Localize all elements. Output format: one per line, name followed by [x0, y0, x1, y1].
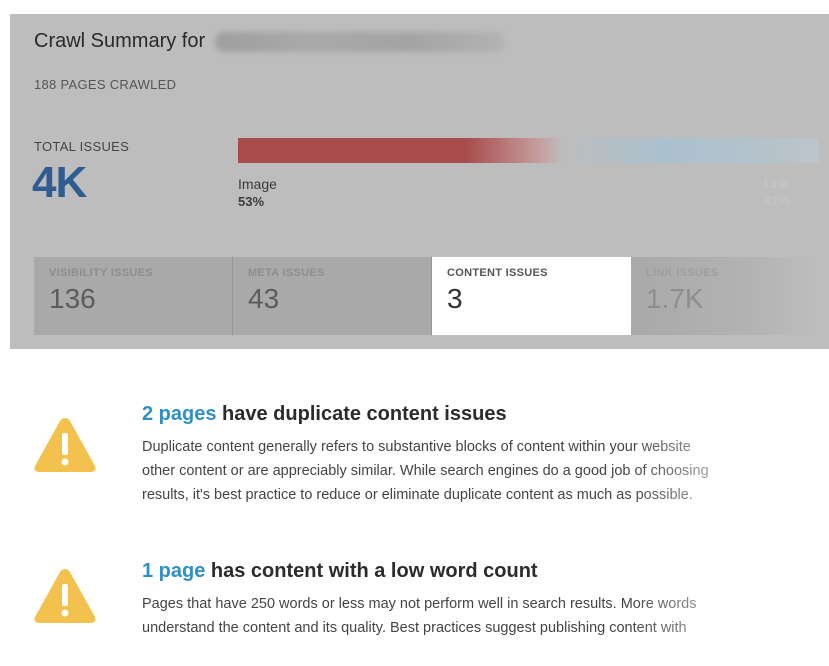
warning-icon	[34, 569, 96, 623]
issue-description-line: understand the content and its quality. …	[142, 620, 687, 636]
issue-title-text: have duplicate content issues	[216, 403, 507, 425]
issue-title: 2 pages have duplicate content issues	[142, 403, 507, 426]
issue-tabs: VISIBILITY ISSUES 136 META ISSUES 43 CON…	[34, 257, 819, 335]
issue-description-line: results, it's best practice to reduce or…	[142, 487, 693, 503]
issue-item: 2 pages have duplicate content issues Du…	[32, 403, 829, 513]
tab-count: 136	[49, 283, 96, 314]
tab-visibility-issues[interactable]: VISIBILITY ISSUES 136	[34, 257, 233, 335]
issue-title: 1 page has content with a low word count	[142, 560, 538, 583]
total-issues-label: TOTAL ISSUES	[34, 139, 130, 154]
issue-description: Duplicate content generally refers to su…	[142, 435, 829, 507]
pages-crawled: 188 PAGES CRAWLED	[34, 77, 177, 92]
bar-label-image-percent: 53%	[238, 194, 265, 209]
issue-title-text: has content with a low word count	[205, 560, 538, 582]
bar-label-link-percent: 42%	[764, 193, 791, 208]
total-issues-value: 4K	[32, 158, 87, 207]
bar-label-link: Link 42%	[764, 176, 790, 208]
tab-count: 43	[248, 283, 280, 314]
issue-description: Pages that have 250 words or less may no…	[142, 592, 829, 640]
redacted-url	[215, 31, 506, 52]
bar-label-image: Image 53%	[238, 176, 277, 209]
crawl-summary-title: Crawl Summary for	[34, 30, 506, 53]
tab-label: VISIBILITY ISSUES	[49, 267, 153, 279]
issue-description-line: Duplicate content generally refers to su…	[142, 439, 691, 455]
tab-label: META ISSUES	[248, 267, 325, 279]
warning-icon	[34, 418, 96, 472]
tab-content-issues[interactable]: CONTENT ISSUES 3	[432, 257, 631, 335]
crawl-summary-title-text: Crawl Summary for	[34, 30, 206, 52]
tab-count: 1.7K	[646, 283, 704, 314]
issue-count-link[interactable]: 2 pages	[142, 403, 216, 425]
issue-item: 1 page has content with a low word count…	[32, 560, 829, 650]
issue-description-line: Pages that have 250 words or less may no…	[142, 596, 697, 612]
bar-label-image-name: Image	[238, 176, 277, 192]
tab-label: CONTENT ISSUES	[447, 267, 548, 279]
tab-meta-issues[interactable]: META ISSUES 43	[233, 257, 432, 335]
tab-link-issues[interactable]: LINK ISSUES 1.7K	[631, 257, 819, 335]
bar-segment-link[interactable]	[562, 138, 819, 163]
tab-label: LINK ISSUES	[646, 267, 719, 279]
bar-label-link-name: Link	[764, 176, 788, 191]
issue-breakdown-bar	[238, 138, 819, 163]
issue-description-line: other content or are appreciably similar…	[142, 463, 709, 479]
tab-count: 3	[447, 283, 463, 314]
issue-count-link[interactable]: 1 page	[142, 560, 205, 582]
bar-segment-image[interactable]	[238, 138, 562, 163]
